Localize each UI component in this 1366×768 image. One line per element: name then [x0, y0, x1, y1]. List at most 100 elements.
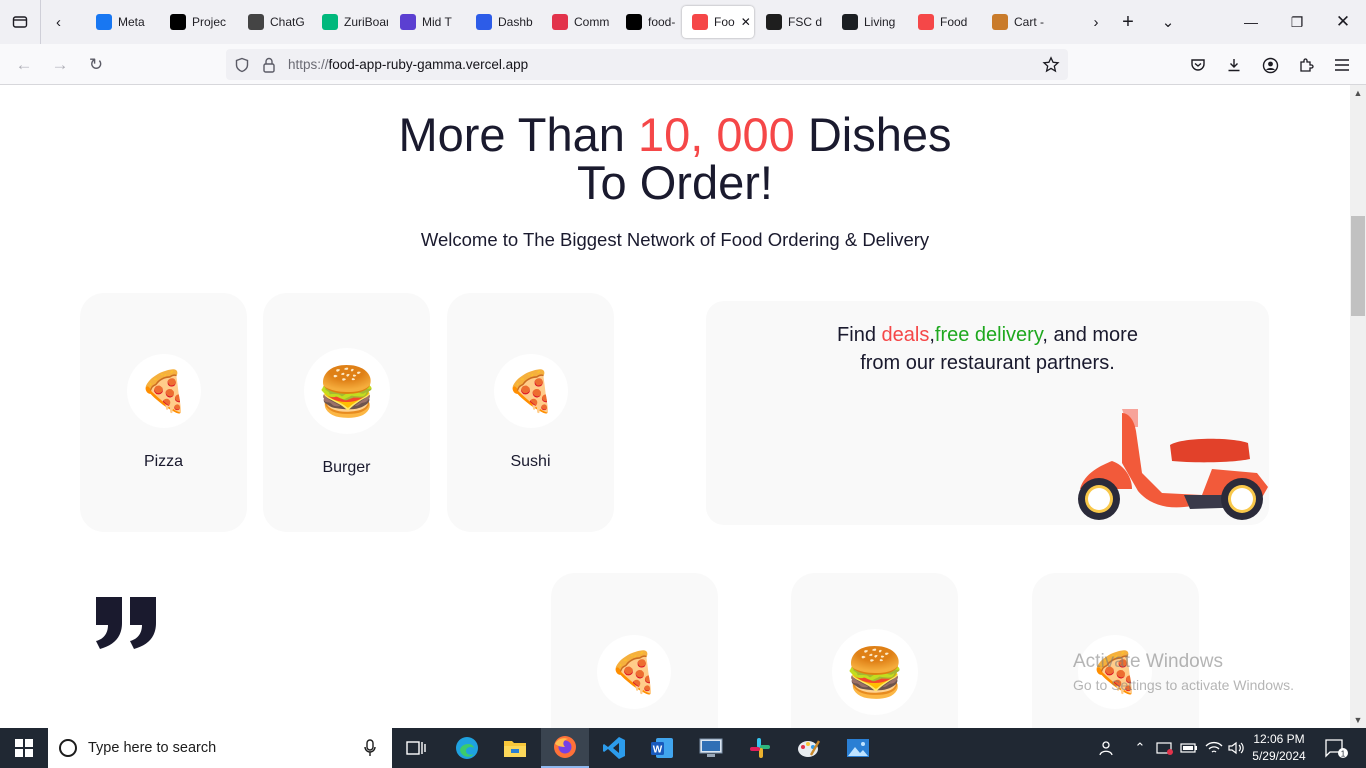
- category-card-burger[interactable]: 🍔 Burger: [263, 293, 430, 532]
- paint-icon[interactable]: [785, 728, 833, 768]
- category-card-sushi[interactable]: 🍕 Sushi: [447, 293, 614, 532]
- file-explorer-icon[interactable]: [491, 728, 539, 768]
- pocket-icon[interactable]: [1184, 52, 1212, 78]
- new-tab-icon[interactable]: +: [1108, 0, 1148, 44]
- search-circle-icon: [59, 739, 77, 757]
- burger-icon: 🍔: [832, 629, 918, 715]
- deals-highlight: deals: [881, 324, 930, 346]
- browser-tab[interactable]: Meta: [86, 6, 158, 38]
- vercel-icon: [626, 14, 642, 30]
- browser-tab[interactable]: Foo ✕: [682, 6, 754, 38]
- tracking-protection-shield-icon[interactable]: [234, 57, 250, 73]
- battery-icon[interactable]: [1178, 728, 1200, 768]
- quote-mark-icon: [96, 597, 156, 649]
- food-card[interactable]: 🍔: [791, 573, 958, 728]
- bookmark-star-icon[interactable]: [1042, 55, 1060, 74]
- browser-tab[interactable]: ZuriBoard: [312, 6, 388, 38]
- wifi-icon[interactable]: [1202, 728, 1226, 768]
- scroll-tabs-left-icon[interactable]: ‹: [40, 0, 76, 44]
- tab-title: Living: [864, 15, 896, 29]
- browser-tab[interactable]: Projec: [160, 6, 236, 38]
- list-all-tabs-icon[interactable]: ⌄: [1148, 0, 1188, 44]
- reload-icon[interactable]: ↻: [82, 52, 110, 78]
- pizza-icon: 🍕: [127, 354, 201, 428]
- url-text[interactable]: https://food-app-ruby-gamma.vercel.app: [288, 57, 528, 72]
- browser-tab[interactable]: ChatG: [238, 6, 310, 38]
- remote-desktop-icon[interactable]: [687, 728, 735, 768]
- tab-title: FSC d: [788, 15, 823, 29]
- browser-tab[interactable]: Mid T: [390, 6, 464, 38]
- scroll-down-icon[interactable]: ▼: [1350, 712, 1366, 728]
- cart-icon: [992, 14, 1008, 30]
- alx-icon: [170, 14, 186, 30]
- hero-subtitle: Welcome to The Biggest Network of Food O…: [420, 229, 930, 250]
- category-label: Pizza: [143, 453, 184, 470]
- scroll-up-icon[interactable]: ▲: [1350, 85, 1366, 101]
- close-tab-icon[interactable]: ✕: [741, 15, 751, 29]
- downloads-icon[interactable]: [1220, 52, 1248, 78]
- tab-overview-icon[interactable]: [0, 0, 40, 44]
- volume-icon[interactable]: [1226, 728, 1246, 768]
- figma-icon: [766, 14, 782, 30]
- windows-taskbar: Type here to search W ⌃ 12:06 PM 5/29/20…: [0, 728, 1366, 768]
- forward-icon[interactable]: →: [46, 52, 74, 78]
- browser-tab[interactable]: FSC d: [756, 6, 830, 38]
- battery-alert-icon[interactable]: [1154, 728, 1176, 768]
- address-bar[interactable]: https://food-app-ruby-gamma.vercel.app: [226, 49, 1068, 80]
- taskbar-clock[interactable]: 12:06 PM 5/29/2024: [1248, 731, 1310, 765]
- pizza-icon: [918, 14, 934, 30]
- tab-title: Comm: [574, 15, 610, 29]
- browser-tab[interactable]: food-: [616, 6, 680, 38]
- task-view-icon[interactable]: [392, 728, 440, 768]
- windows-start-icon[interactable]: [0, 728, 48, 768]
- page-scrollbar[interactable]: ▲ ▼: [1350, 85, 1366, 728]
- activate-windows-title: Activate Windows: [1073, 651, 1223, 672]
- browser-tab[interactable]: Cart -: [982, 6, 1054, 38]
- browser-tab[interactable]: Living: [832, 6, 906, 38]
- account-icon[interactable]: [1256, 52, 1284, 78]
- slack-icon[interactable]: [736, 728, 784, 768]
- food-card[interactable]: 🍕: [551, 573, 718, 728]
- vscode-icon[interactable]: [590, 728, 638, 768]
- word-icon[interactable]: W: [638, 728, 686, 768]
- dashboard-icon: [476, 14, 492, 30]
- back-icon[interactable]: ←: [10, 52, 38, 78]
- community-icon: [552, 14, 568, 30]
- edge-icon[interactable]: [443, 728, 491, 768]
- lock-icon[interactable]: [262, 57, 276, 73]
- hero-title: More Than 10, 000 Dishes To Order!: [0, 111, 1350, 207]
- app-menu-icon[interactable]: [1328, 52, 1356, 78]
- firefox-icon[interactable]: [541, 728, 589, 768]
- browser-tab[interactable]: Food: [908, 6, 980, 38]
- activate-windows-subtitle: Go to Settings to activate Windows.: [1073, 677, 1294, 693]
- microphone-icon[interactable]: [364, 739, 376, 757]
- minimize-window-icon[interactable]: —: [1228, 0, 1274, 44]
- tab-title: Foo: [714, 15, 735, 29]
- navigation-bar: ← → ↻ https://food-app-ruby-gamma.vercel…: [0, 44, 1366, 85]
- pizza-icon: 🍕: [597, 635, 671, 709]
- meta-icon: [96, 14, 112, 30]
- clock-time: 12:06 PM: [1253, 732, 1305, 746]
- taskbar-search-box[interactable]: Type here to search: [48, 728, 392, 768]
- category-card-pizza[interactable]: 🍕 Pizza: [80, 293, 247, 532]
- chevron-up-icon[interactable]: ⌃: [1130, 728, 1150, 768]
- browser-tab[interactable]: Comm: [542, 6, 614, 38]
- notifications-icon[interactable]: 1: [1316, 728, 1356, 768]
- tab-title: Dashb: [498, 15, 533, 29]
- extensions-icon[interactable]: [1292, 52, 1320, 78]
- photos-icon[interactable]: [834, 728, 882, 768]
- close-window-icon[interactable]: ✕: [1320, 0, 1366, 44]
- tab-title: ZuriBoard: [344, 15, 388, 29]
- browser-tab[interactable]: Dashb: [466, 6, 540, 38]
- tab-title: Meta: [118, 15, 145, 29]
- github-icon: [842, 14, 858, 30]
- zuriboard-icon: [322, 14, 338, 30]
- category-label: Burger: [322, 459, 371, 476]
- notification-count: 1: [1341, 750, 1346, 759]
- scrollbar-thumb[interactable]: [1351, 216, 1365, 316]
- web-page-viewport: More Than 10, 000 Dishes To Order! Welco…: [0, 85, 1350, 728]
- search-placeholder: Type here to search: [88, 740, 217, 756]
- restore-window-icon[interactable]: ❐: [1274, 0, 1320, 44]
- hero-title-end: Dishes: [794, 108, 952, 161]
- people-icon[interactable]: [1094, 728, 1116, 768]
